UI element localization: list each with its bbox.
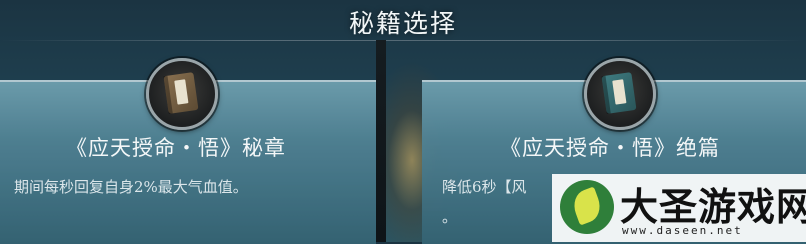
book-icon (601, 72, 637, 114)
watermark-logo-icon (560, 180, 614, 234)
card-divider (376, 40, 386, 242)
card-description-left: 期间每秒回复自身2%最大气血值。 (14, 178, 248, 196)
watermark-url: www.daseen.net (622, 224, 743, 237)
page-title: 秘籍选择 (348, 9, 457, 38)
title-divider (0, 40, 806, 41)
card-name-left: 《应天授命・悟》秘章 (66, 136, 286, 160)
book-badge-right (584, 58, 656, 130)
card-name-right: 《应天授命・悟》绝篇 (500, 136, 720, 160)
site-watermark: 大圣游戏网 www.daseen.net (552, 174, 806, 242)
book-badge-left (146, 58, 218, 130)
card-description-right-tail: 。 (442, 208, 458, 226)
watermark-text: 大圣游戏网 (620, 185, 806, 229)
card-description-right: 降低6秒【风 (442, 178, 527, 196)
book-icon (163, 72, 199, 114)
